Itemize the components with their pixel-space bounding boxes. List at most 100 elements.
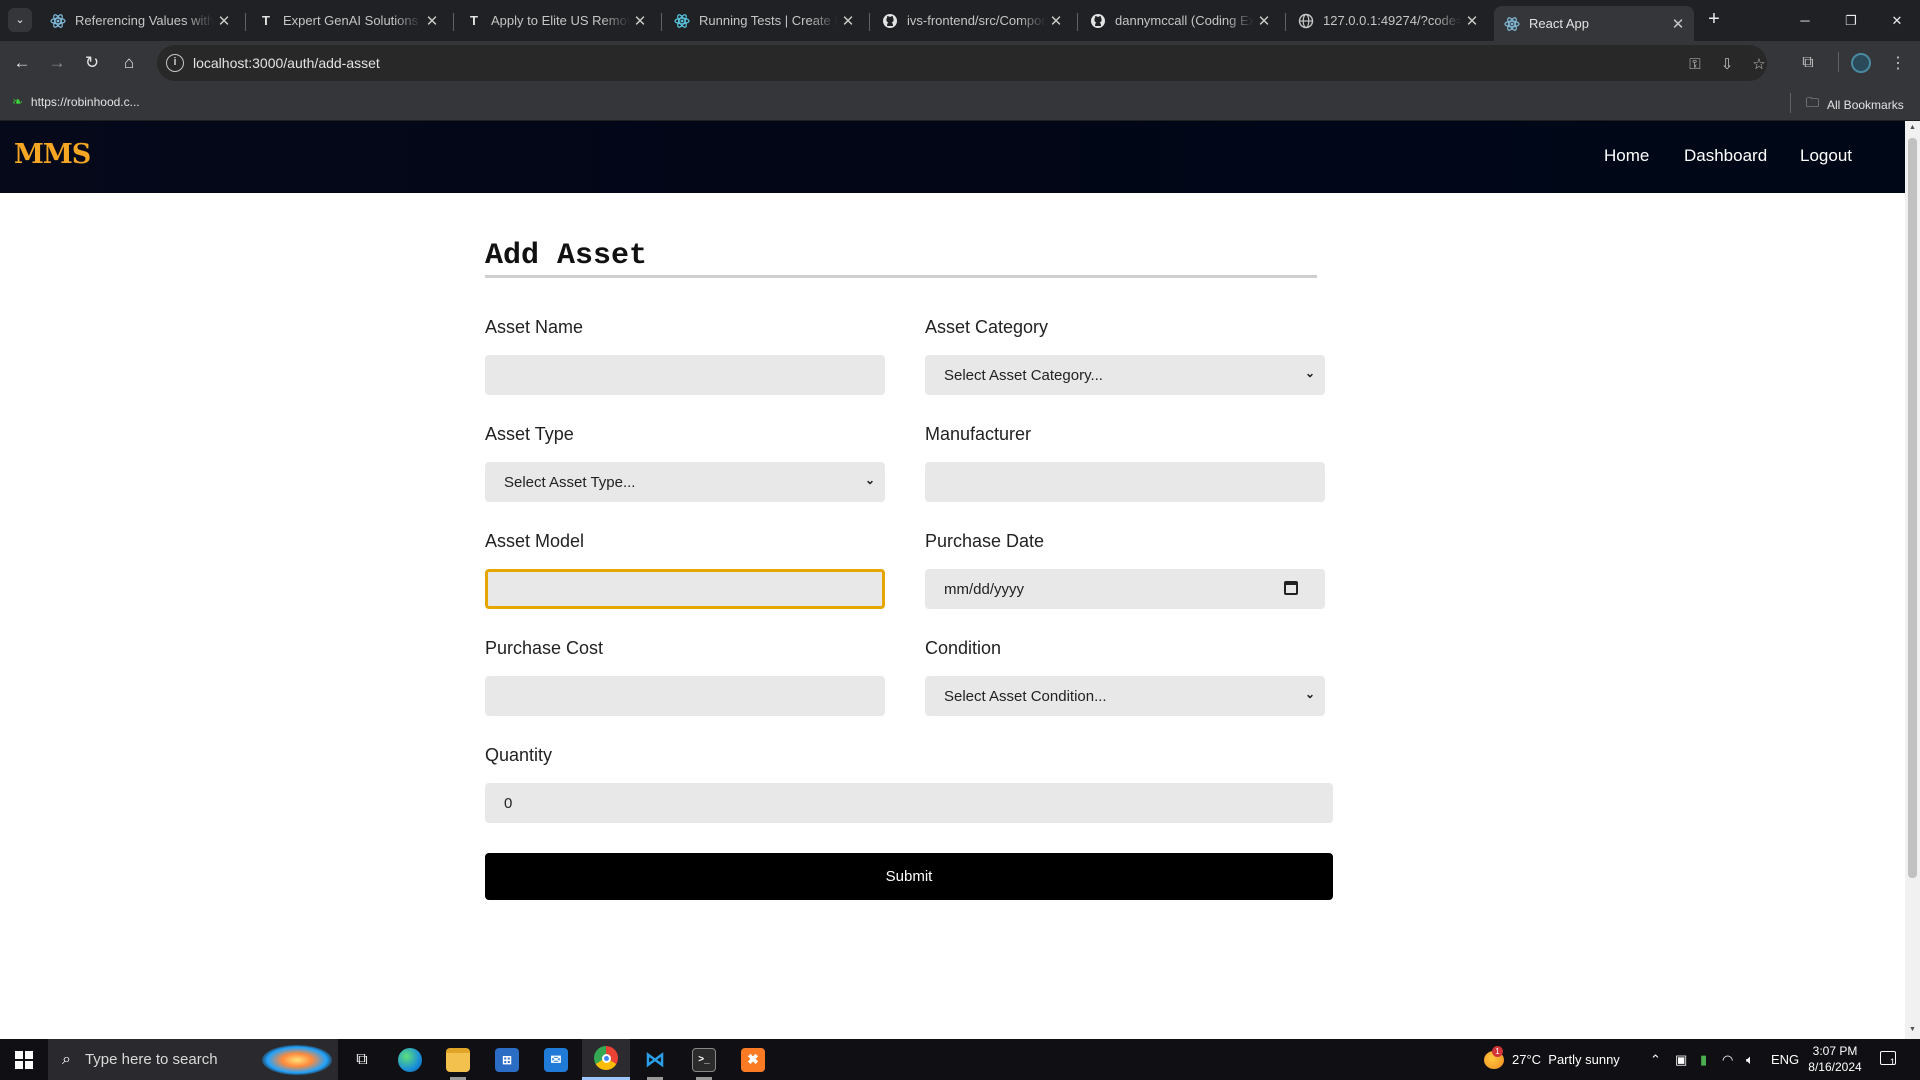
tab-title: Running Tests | Create Re (699, 13, 838, 28)
asset-type-label: Asset Type (485, 424, 574, 444)
close-icon[interactable]: ✕ (838, 12, 858, 30)
tab-separator (1077, 13, 1078, 31)
nav-home-link[interactable]: Home (1604, 146, 1649, 166)
close-icon[interactable]: ✕ (214, 12, 234, 30)
tab-search-button[interactable]: ⌄ (8, 8, 32, 32)
edge-icon[interactable] (386, 1039, 434, 1080)
clock-time: 3:07 PM (1812, 1044, 1858, 1058)
close-icon[interactable]: ✕ (1462, 12, 1482, 30)
minimize-icon[interactable]: ─ (1782, 0, 1828, 41)
page-viewport: MMS Home Dashboard Logout Add Asset Asse… (0, 121, 1905, 1039)
window-close-icon[interactable]: ✕ (1874, 0, 1920, 41)
page-title: Add Asset (485, 239, 648, 273)
app-navbar: MMS Home Dashboard Logout (0, 121, 1905, 193)
bookmark-star-icon[interactable]: ☆ (1748, 53, 1770, 75)
profile-avatar[interactable] (1847, 49, 1875, 77)
browser-tab[interactable]: ivs-frontend/src/Compon ✕ (872, 6, 1072, 35)
scroll-down-icon[interactable]: ▼ (1908, 1026, 1917, 1035)
tab-title: ivs-frontend/src/Compon (907, 13, 1046, 28)
new-tab-button[interactable]: + (1702, 8, 1726, 32)
asset-name-input[interactable] (485, 355, 885, 395)
submit-button[interactable]: Submit (485, 853, 1333, 900)
purchase-date-input[interactable]: mm/dd/yyyy (925, 569, 1325, 609)
site-info-icon[interactable]: i (166, 54, 184, 72)
manufacturer-input[interactable] (925, 462, 1325, 502)
scroll-up-icon[interactable]: ▲ (1908, 124, 1917, 133)
browser-tab[interactable]: T Apply to Elite US Remote ✕ (456, 6, 656, 35)
turing-icon: T (470, 13, 478, 28)
browser-tab[interactable]: Referencing Values with R ✕ (40, 6, 240, 35)
bookmarks-bar: ❧ https://robinhood.c... 🗀 All Bookmarks (0, 85, 1920, 121)
asset-model-input[interactable] (485, 569, 885, 609)
password-key-icon[interactable]: ⚿ (1684, 53, 1706, 75)
notification-center-icon[interactable]: 1 (1878, 1049, 1898, 1069)
github-icon (1090, 13, 1106, 29)
tab-separator (1285, 13, 1286, 31)
browser-tab[interactable]: Running Tests | Create Re ✕ (664, 6, 864, 35)
install-app-icon[interactable]: ⇩ (1716, 53, 1738, 75)
volume-icon[interactable]: 🔈︎ (1746, 1039, 1754, 1080)
chrome-icon[interactable] (582, 1039, 630, 1080)
github-icon (882, 13, 898, 29)
file-explorer-icon[interactable] (434, 1039, 482, 1080)
close-icon[interactable]: ✕ (630, 12, 650, 30)
signal-icon[interactable]: ▮ (1700, 1039, 1707, 1080)
close-icon[interactable]: ✕ (1668, 15, 1688, 33)
close-icon[interactable]: ✕ (1046, 12, 1066, 30)
close-icon[interactable]: ✕ (422, 12, 442, 30)
xampp-icon[interactable]: ✖ (729, 1039, 777, 1080)
tab-title: dannymccall (Coding Exp (1115, 13, 1254, 28)
wifi-icon[interactable]: ◠ (1722, 1039, 1733, 1080)
address-url[interactable]: localhost:3000/auth/add-asset (193, 55, 380, 71)
weather-widget[interactable]: 1 27°C Partly sunny (1484, 1039, 1620, 1080)
purchase-date-label: Purchase Date (925, 531, 1045, 551)
bookmark-item[interactable]: ❧ https://robinhood.c... (12, 94, 140, 110)
home-icon[interactable]: ⌂ (115, 49, 143, 77)
weather-icon: 1 (1484, 1045, 1504, 1069)
browser-tab[interactable]: dannymccall (Coding Exp ✕ (1080, 6, 1280, 35)
browser-menu-icon[interactable]: ⋮ (1884, 49, 1912, 77)
reload-icon[interactable]: ↻ (78, 49, 106, 77)
address-bar[interactable]: i localhost:3000/auth/add-asset ⚿ ⇩ ☆ (157, 45, 1767, 81)
browser-tab[interactable]: 127.0.0.1:49274/?code=4 ✕ (1288, 6, 1488, 35)
browser-tab-active[interactable]: React App ✕ (1494, 6, 1694, 41)
task-view-icon[interactable]: ⧉ (338, 1039, 386, 1080)
microsoft-store-icon[interactable]: ⊞ (483, 1039, 531, 1080)
react-icon (50, 13, 66, 29)
restore-icon[interactable]: ❐ (1828, 0, 1874, 41)
weather-alert-badge: 1 (1492, 1045, 1503, 1057)
asset-name-label: Asset Name (485, 317, 584, 337)
show-hidden-icons-chevron-icon[interactable]: ⌃ (1650, 1039, 1661, 1080)
nav-dashboard-link[interactable]: Dashboard (1684, 146, 1767, 166)
browser-toolbar: ← → ↻ ⌂ i localhost:3000/auth/add-asset … (0, 41, 1920, 85)
meet-now-icon[interactable]: ▣ (1675, 1039, 1687, 1080)
terminal-icon[interactable]: >_ (680, 1039, 728, 1080)
extensions-icon[interactable]: ⧉ (1794, 49, 1822, 77)
quantity-input[interactable]: 0 (485, 783, 1333, 823)
back-arrow-icon[interactable]: ← (8, 49, 36, 77)
asset-category-label: Asset Category (925, 317, 1049, 337)
tab-title: 127.0.0.1:49274/?code=4 (1323, 13, 1462, 28)
vscode-icon[interactable]: ⋈ (631, 1039, 679, 1080)
browser-tab[interactable]: T Expert GenAI Solutions & ✕ (248, 6, 448, 35)
windows-taskbar: ⌕ Type here to search ⧉ ⊞ ✉ ⋈ >_ ✖ 1 27°… (0, 1039, 1920, 1080)
tab-title: React App (1529, 16, 1589, 31)
scroll-thumb[interactable] (1908, 138, 1917, 878)
nav-logout-link[interactable]: Logout (1800, 146, 1852, 166)
purchase-cost-input[interactable] (485, 676, 885, 716)
forward-arrow-icon[interactable]: → (43, 49, 71, 77)
all-bookmarks-button[interactable]: 🗀 All Bookmarks (1806, 94, 1904, 116)
app-logo[interactable]: MMS (14, 139, 91, 170)
taskbar-clock[interactable]: 3:07 PM 8/16/2024 (1795, 1043, 1875, 1075)
page-scrollbar[interactable]: ▲ ▼ (1905, 121, 1920, 1039)
windows-start-button[interactable] (0, 1039, 48, 1080)
title-divider (485, 275, 1317, 278)
chevron-down-icon: ⌄ (864, 473, 875, 487)
close-icon[interactable]: ✕ (1254, 12, 1274, 30)
condition-label: Condition (925, 638, 1002, 658)
asset-type-select[interactable]: Select Asset Type... ⌄ (485, 462, 885, 502)
mail-icon[interactable]: ✉ (532, 1039, 580, 1080)
condition-select[interactable]: Select Asset Condition... ⌄ (925, 676, 1325, 716)
calendar-icon[interactable] (1284, 581, 1298, 595)
asset-category-select[interactable]: Select Asset Category... ⌄ (925, 355, 1325, 395)
